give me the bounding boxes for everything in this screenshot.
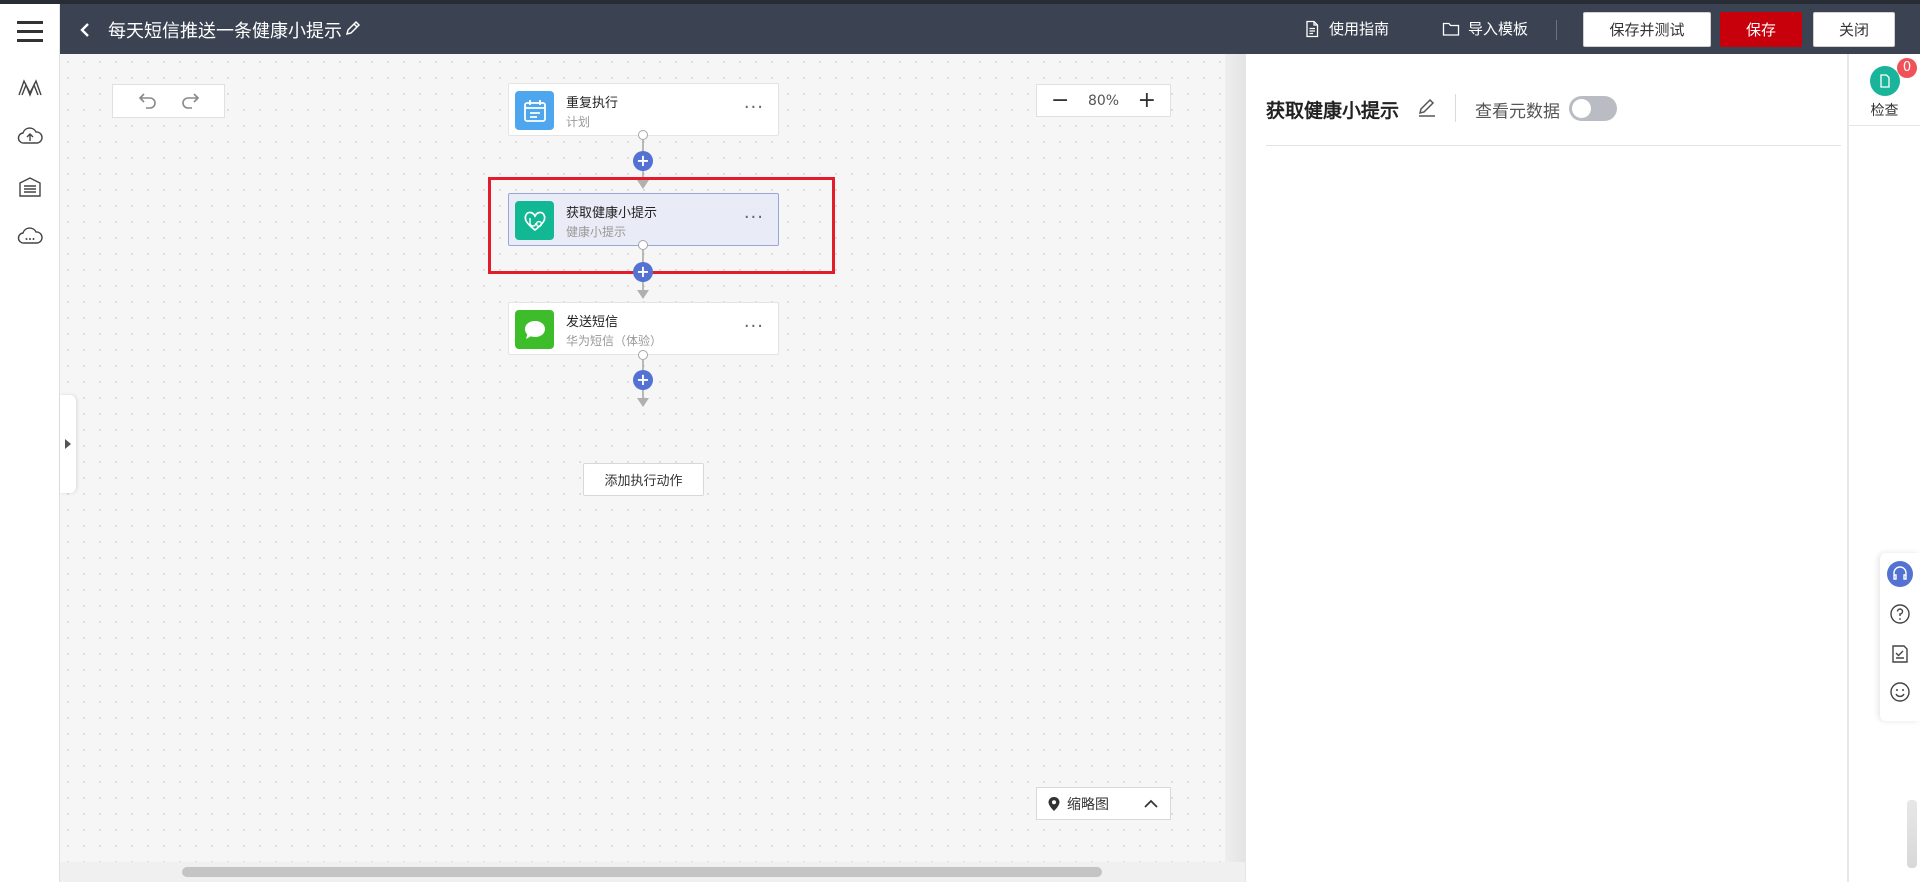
left-nav: [0, 54, 60, 882]
satisfaction-icon[interactable]: [1887, 679, 1913, 705]
node-title: 发送短信: [566, 315, 619, 330]
check-label: 检查: [1870, 103, 1899, 119]
folder-icon: [1442, 22, 1460, 36]
expand-panel-handle[interactable]: [60, 395, 76, 493]
zoom-control: − 80% +: [1036, 84, 1171, 117]
node-title: 获取健康小提示: [566, 206, 658, 221]
floating-tools: [1880, 553, 1920, 721]
horizontal-scrollbar[interactable]: [60, 862, 1245, 882]
save-button[interactable]: 保存: [1720, 12, 1802, 47]
import-label: 导入模板: [1468, 20, 1529, 38]
arrow-down-icon: [637, 180, 649, 189]
help-icon[interactable]: [1887, 601, 1913, 627]
scrollbar-thumb[interactable]: [182, 867, 1102, 877]
back-arrow-icon[interactable]: [76, 16, 100, 44]
schedule-icon: [515, 91, 554, 130]
cloud-upload-icon[interactable]: [17, 124, 43, 150]
page-title: 每天短信推送一条健康小提示: [108, 21, 342, 42]
add-step-button[interactable]: +: [633, 151, 653, 171]
customer-service-icon[interactable]: [1887, 561, 1913, 587]
output-port[interactable]: [638, 240, 648, 250]
top-bar: 每天短信推送一条健康小提示 使用指南 导入模板 保存并测试 保存 关闭: [0, 0, 1920, 58]
node-subtitle: 计划: [566, 115, 591, 129]
vertical-scrollbar[interactable]: [1907, 800, 1917, 868]
zoom-out-button[interactable]: −: [1051, 89, 1069, 112]
warehouse-icon[interactable]: [17, 174, 43, 200]
metadata-label: 查看元数据: [1475, 102, 1560, 122]
output-port[interactable]: [638, 350, 648, 360]
zoom-in-button[interactable]: +: [1138, 89, 1156, 112]
edit-icon[interactable]: [1416, 96, 1440, 120]
node-subtitle: 华为短信（体验）: [566, 334, 663, 348]
more-options-icon[interactable]: ···: [744, 316, 764, 337]
zoom-level: 80%: [1087, 92, 1120, 109]
flow-connector: +: [632, 130, 654, 192]
output-port[interactable]: [638, 130, 648, 140]
panel-header-divider: [1266, 145, 1841, 146]
edit-title-icon[interactable]: [343, 18, 365, 40]
minimap-toggle[interactable]: 缩略图: [1036, 787, 1171, 820]
check-count-badge: 0: [1897, 58, 1917, 78]
close-button[interactable]: 关闭: [1813, 12, 1895, 47]
feedback-icon[interactable]: [1887, 641, 1913, 667]
more-options-icon[interactable]: ···: [744, 97, 764, 118]
panel-divider: [1455, 94, 1456, 122]
guide-label: 使用指南: [1329, 20, 1390, 38]
node-subtitle: 健康小提示: [566, 225, 627, 239]
node-title: 重复执行: [566, 96, 619, 111]
minimap-label: 缩略图: [1067, 796, 1109, 813]
properties-panel: 获取健康小提示 查看元数据: [1245, 54, 1847, 882]
save-and-test-button[interactable]: 保存并测试: [1583, 12, 1711, 47]
flow-node-health-tips[interactable]: 获取健康小提示 健康小提示 ···: [508, 193, 779, 246]
flow-node-send-sms[interactable]: 发送短信 华为短信（体验） ···: [508, 302, 779, 355]
workflow-editor: 每天短信推送一条健康小提示 使用指南 导入模板 保存并测试 保存 关闭 − 80…: [0, 0, 1920, 882]
redo-icon[interactable]: [178, 89, 202, 113]
arrow-down-icon: [637, 398, 649, 407]
flow-node-schedule[interactable]: 重复执行 计划 ···: [508, 83, 779, 136]
more-options-icon[interactable]: ···: [744, 207, 764, 228]
heart-stethoscope-icon: [515, 201, 554, 240]
canvas-edge: [1225, 54, 1245, 872]
right-sidebar: 0 检查: [1847, 54, 1920, 882]
message-icon: [515, 310, 554, 349]
menu-icon[interactable]: [0, 4, 60, 58]
add-action-button[interactable]: 添加执行动作: [583, 463, 704, 496]
arrow-down-icon: [637, 290, 649, 299]
import-template-link[interactable]: 导入模板: [1442, 18, 1528, 39]
toolbar-divider: [1556, 20, 1557, 40]
add-step-button[interactable]: +: [633, 370, 653, 390]
metadata-toggle[interactable]: [1569, 96, 1617, 121]
undo-icon[interactable]: [136, 89, 160, 113]
logo-icon[interactable]: [17, 75, 43, 101]
check-tab[interactable]: 0 检查: [1849, 54, 1920, 126]
location-pin-icon: [1048, 796, 1060, 811]
flow-connector: +: [632, 350, 654, 410]
flow-connector: +: [632, 240, 654, 302]
check-document-icon: [1870, 66, 1900, 96]
cloud-more-icon[interactable]: [17, 224, 43, 250]
chevron-up-icon: [1144, 799, 1158, 808]
caret-right-icon: [65, 439, 71, 449]
panel-title: 获取健康小提示: [1266, 100, 1400, 122]
document-icon: [1306, 20, 1319, 37]
undo-redo-group: [112, 84, 225, 118]
add-step-button[interactable]: +: [633, 262, 653, 282]
guide-link[interactable]: 使用指南: [1303, 18, 1389, 39]
